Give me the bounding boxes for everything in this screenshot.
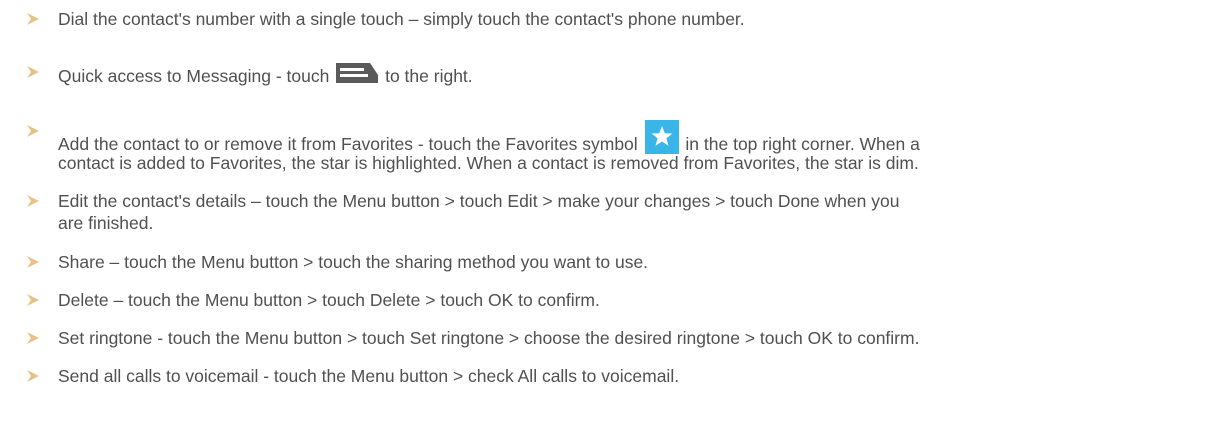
list-item-text: Quick access to Messaging - touch to the… [58,61,1218,87]
list-item-text: Delete – touch the Menu button > touch D… [58,290,600,310]
list-item-text: Share – touch the Menu button > touch th… [58,252,649,272]
arrow-bullet-icon [27,125,39,137]
arrow-bullet-icon [27,332,39,344]
star-icon [644,120,679,154]
list-item-text-before: Add the contact to or remove it from Fav… [58,134,643,154]
list-item-text-line2: contact is added to Favorites, the star … [58,153,919,173]
arrow-bullet-icon [27,370,39,382]
arrow-bullet-icon [27,66,39,78]
list-item-text: Edit the contact's details – touch the M… [58,191,900,211]
list-item-text-after: to the right. [380,66,473,86]
list-item-text: Dial the contact's number with a single … [58,9,745,29]
arrow-bullet-icon [27,195,39,207]
arrow-bullet-icon [27,294,39,306]
list-item-text-line2: are finished. [58,213,154,233]
list-item-text-after: in the top right corner. When a [680,134,920,154]
message-icon [336,63,379,83]
list-item-text: Send all calls to voicemail - touch the … [58,366,680,386]
arrow-bullet-icon [27,256,39,268]
list-item-text-before: Quick access to Messaging - touch [58,66,335,86]
list-item-text: Set ringtone - touch the Menu button > t… [58,328,920,348]
arrow-bullet-icon [27,13,39,25]
list-item-text: Add the contact to or remove it from Fav… [58,120,1218,155]
